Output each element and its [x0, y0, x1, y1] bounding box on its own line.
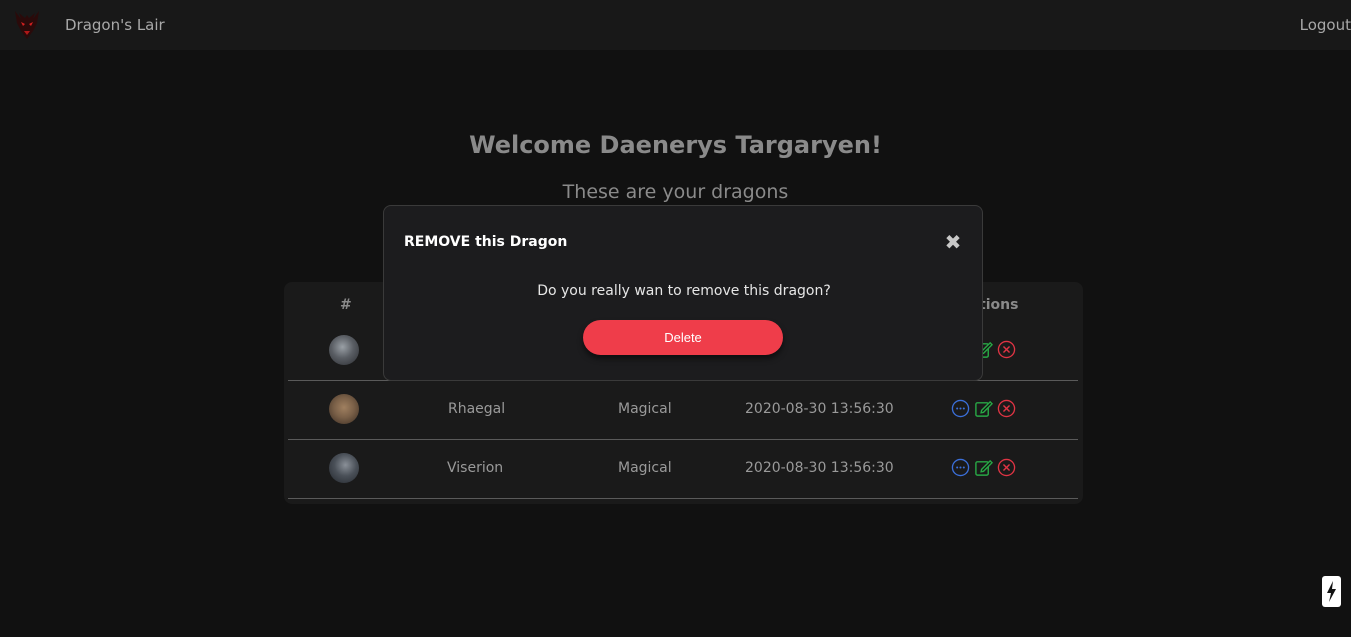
- dragon-name[interactable]: Viserion: [447, 460, 503, 476]
- dragon-date: 2020-08-30 13:56:30: [745, 401, 894, 417]
- remove-dragon-modal: REMOVE this Dragon ✖ Do you really wan t…: [383, 205, 983, 381]
- table-row: Rhaegal Magical 2020-08-30 13:56:30: [288, 381, 1078, 440]
- more-icon[interactable]: [951, 399, 970, 418]
- dragon-date: 2020-08-30 13:56:30: [745, 460, 894, 476]
- row-actions: [951, 399, 1016, 418]
- dragon-avatar: [329, 335, 359, 365]
- more-icon[interactable]: [951, 458, 970, 477]
- row-actions: [951, 458, 1016, 477]
- logout-link[interactable]: Logout: [1300, 16, 1351, 34]
- modal-title: REMOVE this Dragon: [404, 234, 568, 250]
- delete-button[interactable]: Delete: [583, 320, 783, 355]
- dragon-name[interactable]: Rhaegal: [448, 401, 505, 417]
- dragon-avatar: [329, 453, 359, 483]
- column-header-index: #: [340, 297, 352, 313]
- page-subtitle: These are your dragons: [562, 181, 789, 203]
- remove-icon[interactable]: [997, 458, 1016, 477]
- dragon-type: Magical: [618, 401, 672, 417]
- remove-icon[interactable]: [997, 399, 1016, 418]
- navbar: Dragon's Lair Logout: [0, 0, 1351, 50]
- dragon-avatar: [329, 394, 359, 424]
- modal-message: Do you really wan to remove this dragon?: [537, 283, 831, 299]
- close-icon[interactable]: ✖: [944, 232, 962, 252]
- table-row: Viserion Magical 2020-08-30 13:56:30: [288, 440, 1078, 499]
- welcome-heading: Welcome Daenerys Targaryen!: [469, 131, 882, 159]
- edit-icon[interactable]: [974, 399, 993, 418]
- dragon-type: Magical: [618, 460, 672, 476]
- column-header-actions: tions: [979, 297, 1019, 313]
- brand-link[interactable]: Dragon's Lair: [65, 16, 165, 34]
- remove-icon[interactable]: [997, 340, 1016, 359]
- dragon-logo-icon[interactable]: [13, 9, 41, 41]
- lightning-icon[interactable]: [1322, 576, 1341, 607]
- edit-icon[interactable]: [974, 458, 993, 477]
